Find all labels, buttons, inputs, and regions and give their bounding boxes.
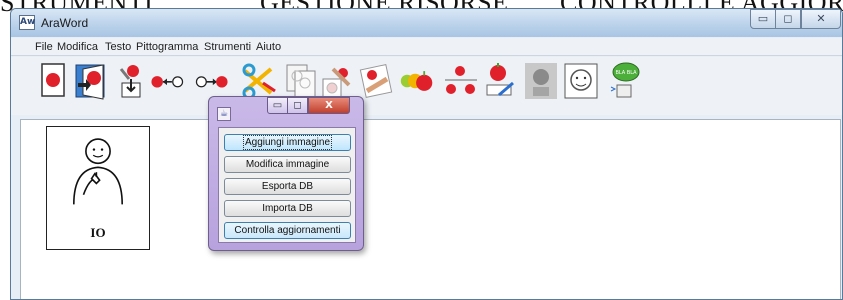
check-updates-button[interactable]: Controlla aggiornamenti: [224, 222, 351, 239]
tools-dialog: ☕ ▭ ◻ X Aggiungi immagine Modifica immag…: [208, 96, 364, 251]
window-title: AraWord: [41, 16, 89, 30]
new-document-icon[interactable]: [35, 61, 71, 101]
pictogram-card[interactable]: IO: [46, 126, 150, 250]
pictogram-position-icon[interactable]: [443, 61, 479, 101]
edit-pictogram-icon[interactable]: [481, 61, 517, 101]
open-document-icon[interactable]: [73, 61, 109, 101]
change-pictogram-icon[interactable]: [359, 61, 395, 101]
face-icon[interactable]: [563, 61, 599, 101]
export-db-button[interactable]: Esporta DB: [224, 178, 351, 195]
menu-pittogramma[interactable]: Pittogramma: [136, 41, 198, 53]
speak-icon[interactable]: BLA BLA: [607, 61, 643, 101]
java-icon: ☕: [217, 107, 231, 121]
pictogram-label: IO: [90, 225, 106, 240]
maximize-button[interactable]: ◻: [775, 9, 801, 29]
close-button[interactable]: ✕: [801, 9, 841, 29]
cut-icon[interactable]: [241, 61, 277, 101]
app-icon: Aw: [19, 15, 35, 30]
copy-icon[interactable]: [283, 61, 319, 101]
title-bar[interactable]: Aw AraWord ▭ ◻ ✕: [11, 9, 842, 37]
menu-bar: File Modifica Testo Pittogramma Strument…: [11, 38, 842, 56]
edit-image-button[interactable]: Modifica immagine: [224, 156, 351, 173]
menu-strumenti[interactable]: Strumenti: [204, 41, 251, 53]
save-document-icon[interactable]: [113, 61, 149, 101]
minimize-button[interactable]: ▭: [750, 9, 776, 29]
toolbar: BLA BLA: [11, 57, 842, 115]
menu-aiuto[interactable]: Aiuto: [256, 41, 281, 53]
paste-icon[interactable]: [319, 61, 355, 101]
menu-file[interactable]: File: [35, 41, 53, 53]
dialog-body: Aggiungi immagine Modifica immagine Espo…: [218, 127, 356, 243]
previous-pictogram-icon[interactable]: [149, 61, 193, 101]
pictogram-size-icon[interactable]: [399, 61, 439, 101]
add-image-button[interactable]: Aggiungi immagine: [224, 134, 351, 151]
next-pictogram-icon[interactable]: [194, 61, 238, 101]
menu-modifica[interactable]: Modifica: [57, 41, 98, 53]
dialog-maximize-button[interactable]: ◻: [287, 97, 308, 114]
menu-testo[interactable]: Testo: [105, 41, 131, 53]
dialog-close-button[interactable]: X: [308, 97, 350, 114]
import-db-button[interactable]: Importa DB: [224, 200, 351, 217]
svg-text:BLA BLA: BLA BLA: [615, 70, 637, 76]
disabled-pictogram-icon[interactable]: [523, 61, 559, 101]
dialog-minimize-button[interactable]: ▭: [267, 97, 288, 114]
person-pointing-self-icon: [73, 138, 123, 205]
